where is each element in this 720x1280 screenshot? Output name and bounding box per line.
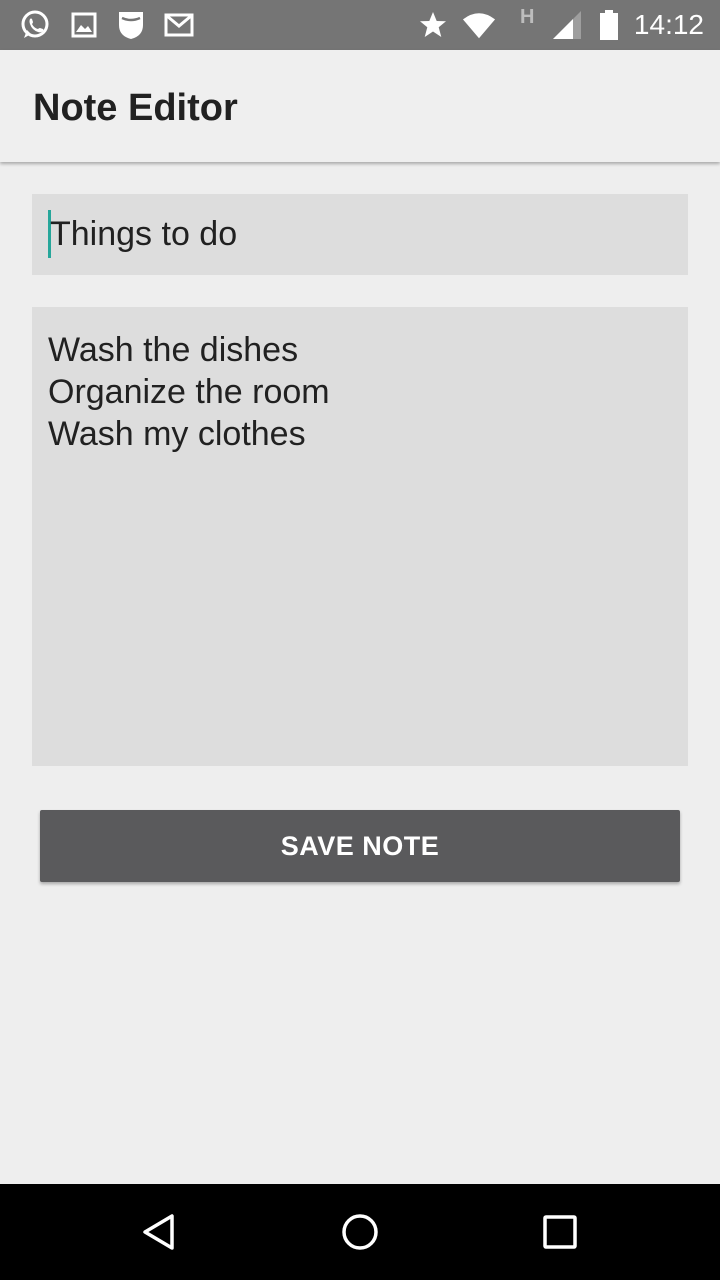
shield-icon <box>114 8 148 42</box>
network-type-label: H <box>520 6 535 28</box>
image-icon <box>67 8 101 42</box>
whatsapp-icon <box>18 8 52 42</box>
signal-icon <box>550 8 584 42</box>
app-bar: Note Editor <box>0 50 720 162</box>
back-icon[interactable] <box>132 1204 188 1260</box>
gmail-icon <box>162 8 196 42</box>
note-title-value[interactable]: Things to do <box>50 214 237 254</box>
note-body-line: Wash the dishes <box>48 331 299 369</box>
note-body-input[interactable]: Wash the dishes Organize the room Wash m… <box>32 307 688 766</box>
note-title-input[interactable]: Things to do <box>32 194 688 275</box>
star-icon <box>416 8 450 42</box>
save-note-button[interactable]: SAVE NOTE <box>40 810 680 882</box>
home-icon[interactable] <box>332 1204 388 1260</box>
note-body-line: Wash my clothes <box>48 415 306 453</box>
note-body-text[interactable]: Wash the dishes Organize the room Wash m… <box>48 329 330 455</box>
page-title: Note Editor <box>33 87 238 129</box>
wifi-icon <box>462 8 496 42</box>
navigation-bar <box>0 1184 720 1280</box>
note-body-line: Organize the room <box>48 373 330 411</box>
status-bar: H 14:12 <box>0 0 720 50</box>
recents-icon[interactable] <box>532 1204 588 1260</box>
battery-icon <box>592 8 626 42</box>
status-time: 14:12 <box>633 9 704 40</box>
